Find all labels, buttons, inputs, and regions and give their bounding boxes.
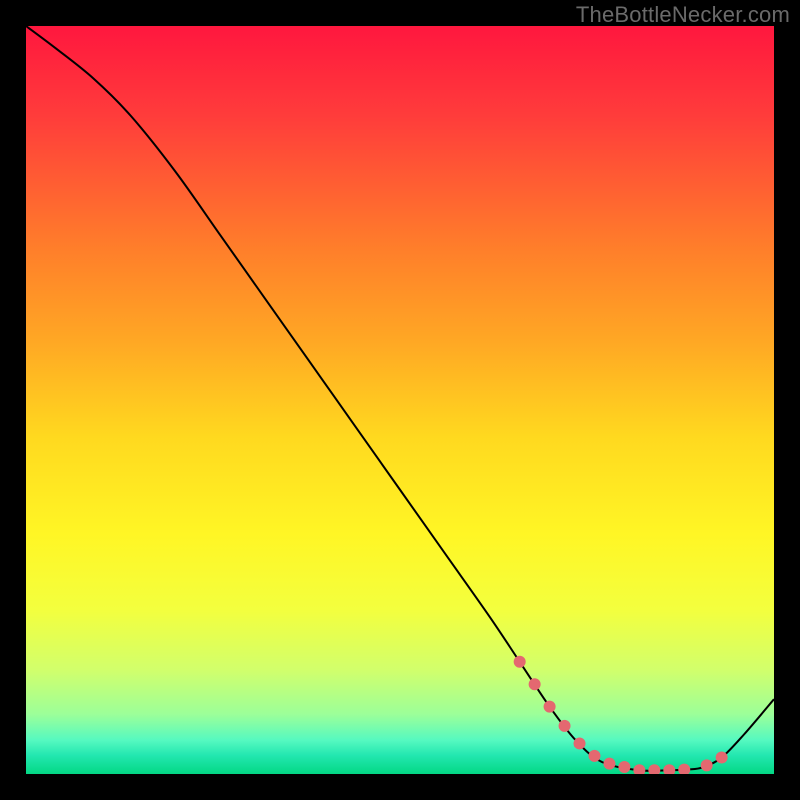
highlight-marker [529, 678, 541, 690]
highlight-marker [588, 750, 600, 762]
chart-svg [26, 26, 774, 774]
highlight-marker [574, 737, 586, 749]
plot-area [26, 26, 774, 774]
watermark-text: TheBottleNecker.com [576, 2, 790, 28]
highlight-marker [514, 656, 526, 668]
highlight-marker [701, 759, 713, 771]
highlight-marker [559, 720, 571, 732]
highlight-marker [544, 701, 556, 713]
highlight-marker [603, 758, 615, 770]
highlight-marker [716, 752, 728, 764]
chart-frame: TheBottleNecker.com [0, 0, 800, 800]
gradient-background [26, 26, 774, 774]
highlight-marker [618, 761, 630, 773]
